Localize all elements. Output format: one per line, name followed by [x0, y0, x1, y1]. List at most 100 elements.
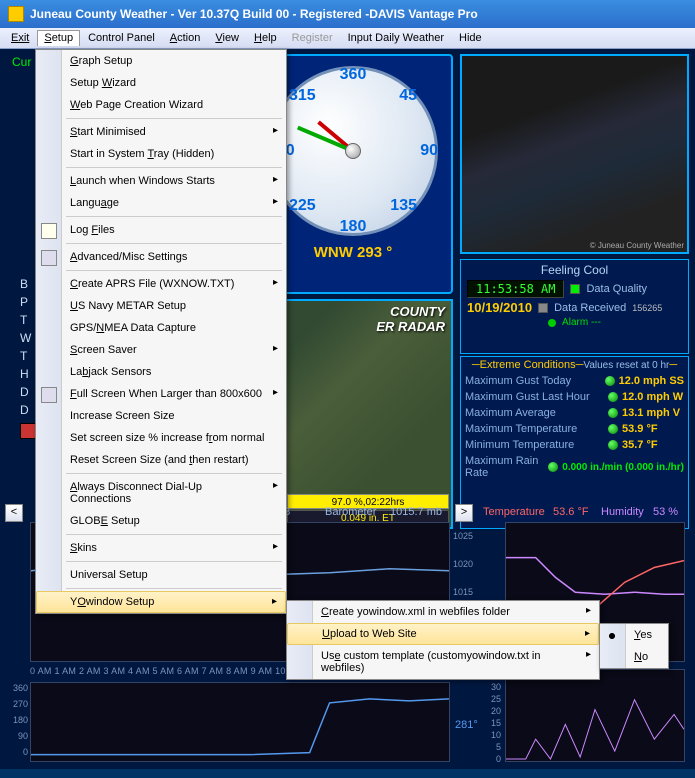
submenu-item[interactable]: Use custom template (customyowindow.txt … — [287, 645, 599, 679]
hum-label: Humidity — [601, 506, 644, 518]
extreme-row-val: 12.0 mph W — [622, 391, 684, 403]
menu-item[interactable]: Log Files — [36, 219, 286, 241]
map-credit: © Juneau County Weather — [590, 241, 684, 250]
menu-item[interactable]: GLOBE Setup — [36, 510, 286, 532]
gear-icon — [41, 250, 57, 266]
extreme-rain-dot — [548, 462, 558, 472]
data-quality-led — [570, 284, 580, 294]
compass-gauge: 360 45 90 135 180 225 270 315 — [268, 66, 438, 236]
setup-menu: Graph SetupSetup WizardWeb Page Creation… — [35, 49, 287, 614]
extreme-row-dot — [605, 376, 615, 386]
menu-item[interactable]: Create APRS File (WXNOW.TXT) — [36, 273, 286, 295]
extreme-row-val: 13.1 mph V — [622, 407, 684, 419]
compass-s: 180 — [340, 218, 367, 236]
menu-item[interactable]: Full Screen When Larger than 800x600 — [36, 383, 286, 405]
extreme-row-val: 12.0 mph SS — [619, 375, 684, 387]
hum-val: 53 % — [653, 506, 678, 518]
extreme-row-val: 35.7 °F — [622, 439, 684, 451]
baro-label: Barometer — [325, 506, 376, 518]
menu-setup[interactable]: Setup — [37, 30, 80, 46]
clock: 11:53:58 AM — [467, 280, 564, 298]
extreme-row-label: Maximum Temperature — [465, 423, 604, 435]
menubar: Exit Setup Control Panel Action View Hel… — [0, 28, 695, 49]
extreme-row-dot — [608, 392, 618, 402]
file-icon — [41, 223, 57, 239]
menu-input-daily[interactable]: Input Daily Weather — [341, 30, 451, 46]
date: 10/19/2010 — [467, 300, 532, 315]
menu-register: Register — [285, 30, 340, 46]
extreme-header: ─Extreme Conditions─Values reset at 0 hr… — [465, 359, 684, 371]
menu-item[interactable]: Screen Saver — [36, 339, 286, 361]
upload-submenu: YesNo — [599, 623, 669, 669]
menu-item[interactable]: Increase Screen Size — [36, 405, 286, 427]
satellite-panel: © Juneau County Weather — [460, 54, 689, 254]
extreme-row-dot — [608, 408, 618, 418]
yowindow-submenu: Create yowindow.xml in webfiles folderUp… — [286, 600, 600, 680]
compass-n: 360 — [340, 66, 367, 84]
feeling-text: Feeling Cool — [467, 263, 682, 277]
menu-action[interactable]: Action — [163, 30, 208, 46]
menu-hide[interactable]: Hide — [452, 30, 489, 46]
menu-item[interactable]: Advanced/Misc Settings — [36, 246, 286, 268]
data-quality-label: Data Quality — [586, 283, 647, 295]
menu-item[interactable]: Start in System Tray (Hidden) — [36, 143, 286, 165]
menu-item[interactable]: GPS/NMEA Data Capture — [36, 317, 286, 339]
menu-item[interactable]: Skins — [36, 537, 286, 559]
status-panel: Feeling Cool 11:53:58 AM Data Quality 10… — [460, 259, 689, 354]
current-label: Cur — [12, 55, 31, 69]
temp-label: Temperature — [483, 506, 545, 518]
menu-item[interactable]: US Navy METAR Setup — [36, 295, 286, 317]
menu-item[interactable]: Labjack Sensors — [36, 361, 286, 383]
extreme-row-val: 53.9 °F — [622, 423, 684, 435]
screen-icon — [41, 387, 57, 403]
extreme-row-label: Maximum Gust Today — [465, 375, 601, 387]
chart-prev-button[interactable]: < — [5, 504, 23, 522]
app-icon — [8, 6, 24, 22]
compass-nw: 315 — [289, 87, 316, 105]
menu-control-panel[interactable]: Control Panel — [81, 30, 162, 46]
bullet-icon — [607, 631, 617, 641]
winddir-chart — [30, 682, 450, 762]
extreme-row-label: Minimum Temperature — [465, 439, 604, 451]
chart-next-button[interactable]: > — [455, 504, 473, 522]
menu-item[interactable]: Language — [36, 192, 286, 214]
left-gauge-letters: BPT WTH DD — [20, 275, 36, 439]
submenu2-item[interactable]: No — [600, 646, 668, 668]
extreme-row-dot — [608, 424, 618, 434]
data-received-count: 156265 — [632, 303, 662, 313]
menu-item[interactable]: Web Page Creation Wizard — [36, 94, 286, 116]
satellite-image: © Juneau County Weather — [462, 56, 687, 252]
winddir-y-axis: 360270180900 — [8, 680, 28, 760]
alarm-label: Alarm --- — [562, 317, 601, 328]
compass-se: 135 — [390, 197, 417, 215]
menu-item[interactable]: Set screen size % increase from normal — [36, 427, 286, 449]
submenu-item[interactable]: Create yowindow.xml in webfiles folder — [287, 601, 599, 623]
extreme-rain-val: 0.000 in./min (0.000 in./hr) — [562, 462, 684, 473]
wind-dir-val: 281° — [455, 719, 478, 731]
menu-item[interactable]: Always Disconnect Dial-Up Connections — [36, 476, 286, 510]
data-received-led — [538, 303, 548, 313]
menu-item[interactable]: YOwindow Setup — [36, 591, 286, 613]
menu-help[interactable]: Help — [247, 30, 284, 46]
title-text: Juneau County Weather - Ver 10.37Q Build… — [30, 7, 478, 21]
menu-item[interactable]: Graph Setup — [36, 50, 286, 72]
extreme-row-dot — [608, 440, 618, 450]
submenu2-item[interactable]: Yes — [600, 624, 668, 646]
menu-item[interactable]: Start Minimised — [36, 121, 286, 143]
compass-e: 90 — [420, 142, 438, 160]
data-received-label: Data Received — [554, 302, 626, 314]
wind-y-axis: 35302520151050 — [483, 669, 501, 765]
menu-item[interactable]: Universal Setup — [36, 564, 286, 586]
menu-item[interactable]: Reset Screen Size (and then restart) — [36, 449, 286, 471]
menu-item[interactable]: Launch when Windows Starts — [36, 170, 286, 192]
left-red-icon — [20, 423, 36, 439]
wind-chart — [505, 669, 685, 762]
menu-exit[interactable]: Exit — [4, 30, 36, 46]
compass-ne: 45 — [399, 87, 417, 105]
titlebar: Juneau County Weather - Ver 10.37Q Build… — [0, 0, 695, 28]
menu-view[interactable]: View — [208, 30, 246, 46]
submenu-item[interactable]: Upload to Web Site — [287, 623, 599, 645]
compass-hub — [345, 143, 361, 159]
alarm-led — [548, 319, 556, 327]
menu-item[interactable]: Setup Wizard — [36, 72, 286, 94]
